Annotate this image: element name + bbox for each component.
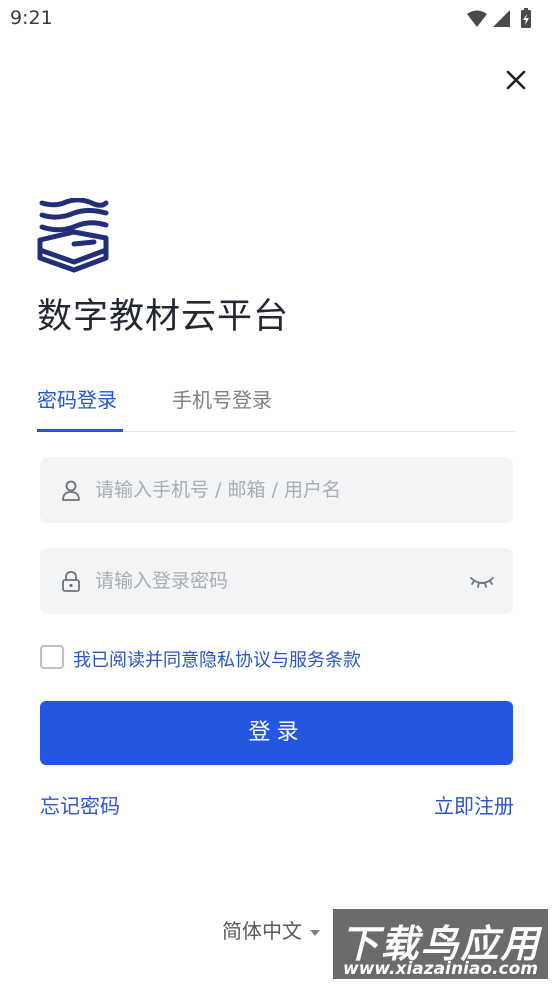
status-bar: 9:21 bbox=[0, 0, 553, 38]
forgot-password-link[interactable]: 忘记密码 bbox=[40, 790, 120, 819]
status-time: 9:21 bbox=[10, 7, 53, 29]
password-field[interactable] bbox=[40, 548, 513, 614]
battery-icon bbox=[521, 8, 531, 28]
caret-down-icon bbox=[310, 929, 320, 936]
register-link[interactable]: 立即注册 bbox=[434, 790, 514, 819]
app-logo bbox=[37, 198, 109, 273]
app-title: 数字教材云平台 bbox=[37, 297, 290, 337]
eye-closed-icon[interactable] bbox=[469, 570, 495, 592]
tab-phone-login[interactable]: 手机号登录 bbox=[172, 384, 272, 413]
lock-icon bbox=[62, 571, 80, 592]
login-button[interactable]: 登录 bbox=[40, 701, 513, 765]
active-tab-indicator bbox=[37, 429, 123, 432]
language-selector[interactable]: 简体中文 bbox=[222, 915, 320, 944]
password-input[interactable] bbox=[95, 548, 475, 614]
watermark: 下载鸟应用 www.xiazainiao.com bbox=[331, 907, 550, 981]
status-icons bbox=[467, 8, 531, 28]
agreement-checkbox[interactable] bbox=[40, 645, 64, 669]
language-label: 简体中文 bbox=[222, 919, 302, 943]
wifi-icon bbox=[467, 10, 487, 27]
account-field[interactable] bbox=[40, 457, 513, 523]
watermark-url: www.xiazainiao.com bbox=[343, 959, 538, 979]
agreement-text[interactable]: 我已阅读并同意隐私协议与服务条款 bbox=[73, 646, 361, 672]
signal-icon bbox=[493, 10, 510, 27]
tab-password-login[interactable]: 密码登录 bbox=[37, 384, 117, 413]
user-icon bbox=[62, 480, 80, 501]
close-icon[interactable] bbox=[500, 64, 532, 96]
account-input[interactable] bbox=[95, 457, 475, 523]
